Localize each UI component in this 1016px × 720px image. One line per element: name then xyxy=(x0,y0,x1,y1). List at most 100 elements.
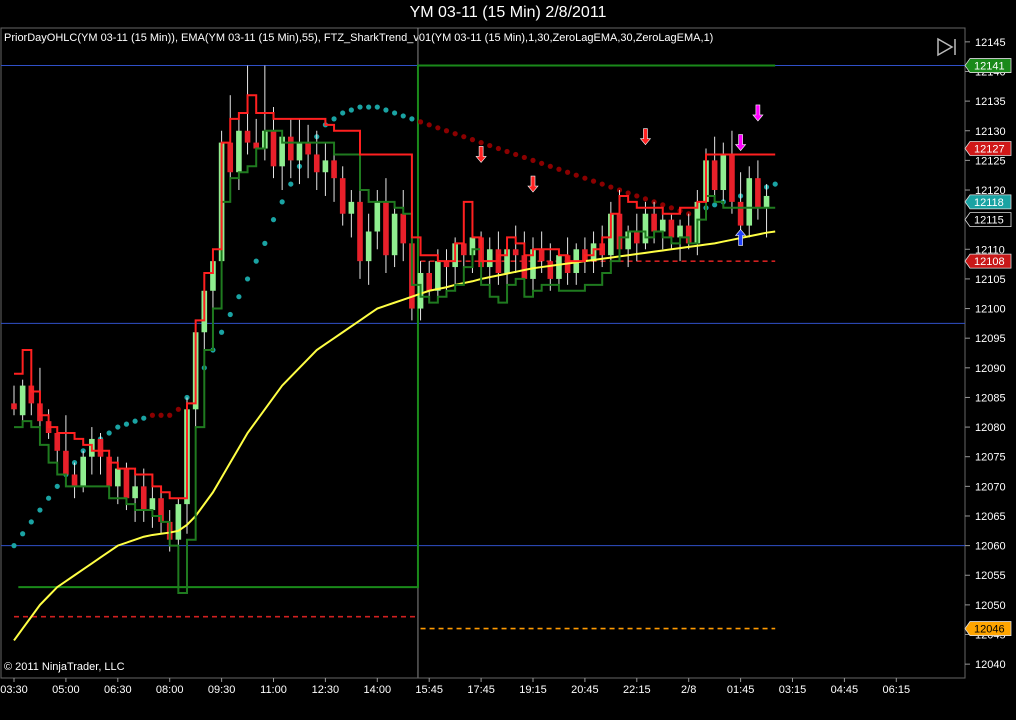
y-tick-label: 12055 xyxy=(975,570,1006,582)
trend-dot xyxy=(158,412,164,418)
signal-arrow-icon xyxy=(639,128,652,146)
x-tick-label: 08:00 xyxy=(156,684,184,696)
trend-dot xyxy=(227,311,233,318)
y-tick-label: 12080 xyxy=(975,422,1006,434)
x-tick-label: 04:45 xyxy=(831,684,859,696)
trend-dot xyxy=(348,107,354,113)
candle-body xyxy=(374,201,381,232)
candle-body xyxy=(659,219,666,232)
trend-dot xyxy=(565,169,571,175)
candle-body xyxy=(461,243,467,256)
candle-body xyxy=(720,154,727,191)
trend-dot xyxy=(504,148,510,155)
ema-55-line xyxy=(13,230,776,642)
signal-arrow-icon xyxy=(752,104,764,122)
trend-dot xyxy=(608,184,614,190)
candle-body xyxy=(270,130,277,167)
trend-dot xyxy=(625,190,631,196)
trend-dot xyxy=(244,276,251,282)
trend-dot xyxy=(582,175,588,181)
trend-dot xyxy=(288,181,294,187)
x-tick-label: 11:00 xyxy=(260,684,287,696)
y-tick-label: 12050 xyxy=(975,600,1006,612)
candle-body xyxy=(365,231,372,262)
signal-arrow-icon xyxy=(734,134,747,152)
x-tick-label: 20:45 xyxy=(571,684,599,696)
trend-dot xyxy=(132,418,138,424)
candle-body xyxy=(711,160,718,191)
candle-body xyxy=(115,468,121,487)
y-tick-label: 12135 xyxy=(975,96,1006,108)
candle-body xyxy=(642,213,649,244)
trend-dot xyxy=(340,110,346,116)
trend-dot xyxy=(590,178,597,184)
y-axis: 1204012045120501205512060120651207012075… xyxy=(965,37,1006,671)
trend-dot xyxy=(106,430,112,436)
trend-dot xyxy=(141,415,147,421)
candle-body xyxy=(288,136,294,161)
x-tick-label: 17:45 xyxy=(467,684,495,696)
price-chart: 1204012045120501205512060120651207012075… xyxy=(0,27,1012,696)
trend-dot xyxy=(634,193,640,199)
trend-dot xyxy=(426,122,432,128)
trend-dot xyxy=(660,202,666,208)
x-tick-label: 06:15 xyxy=(883,684,911,696)
y-tick-label: 12085 xyxy=(975,392,1006,404)
trend-dot xyxy=(219,329,225,335)
price-badge-label: 12108 xyxy=(974,256,1005,268)
reference-lines xyxy=(1,28,965,678)
trend-dot xyxy=(20,531,26,537)
shark-trend xyxy=(14,94,776,595)
price-badge-label: 12115 xyxy=(974,215,1004,227)
candle-body xyxy=(634,231,640,244)
trend-dot xyxy=(270,217,277,223)
candle-body xyxy=(435,261,441,291)
candle-body xyxy=(296,142,303,161)
trend-dot xyxy=(37,507,43,513)
trend-dot xyxy=(392,110,398,116)
candle-body xyxy=(547,261,554,279)
candle-body xyxy=(391,213,398,256)
candle-body xyxy=(313,154,320,173)
candle-body xyxy=(357,201,363,262)
play-bar-icon[interactable] xyxy=(935,36,959,58)
trend-dot xyxy=(469,137,476,143)
trend-dot xyxy=(599,181,605,187)
trend-dot xyxy=(539,160,545,166)
candle-body xyxy=(63,450,69,475)
trend-dot xyxy=(28,519,34,525)
x-tick-label: 14:00 xyxy=(364,684,392,696)
candle-body xyxy=(19,385,26,416)
candle-body xyxy=(737,201,744,226)
x-tick-label: 15:45 xyxy=(415,684,443,696)
candle-body xyxy=(512,249,519,256)
trend-dot xyxy=(400,113,406,119)
candle-body xyxy=(236,130,242,173)
y-tick-label: 12125 xyxy=(975,155,1006,167)
price-badge-label: 12118 xyxy=(974,197,1004,209)
candle-body xyxy=(227,142,234,173)
candle-body xyxy=(80,456,86,487)
y-tick-label: 12040 xyxy=(975,659,1006,671)
y-tick-label: 12105 xyxy=(975,274,1006,286)
trend-dot xyxy=(167,412,173,418)
plot-frame xyxy=(0,27,966,679)
trend-dot xyxy=(513,151,519,158)
x-tick-label: 03:15 xyxy=(779,684,807,696)
x-tick-label: 09:30 xyxy=(208,684,236,696)
x-tick-label: 06:30 xyxy=(104,684,132,696)
shark-upper-line xyxy=(14,94,776,500)
x-axis: 03:30 05:00 06:30 08:00 09:30 11:00 12:30 14:00… xyxy=(0,677,965,696)
y-tick-label: 12065 xyxy=(975,511,1006,523)
trend-dot xyxy=(443,128,450,134)
trend-dot xyxy=(383,107,389,113)
trend-dot xyxy=(642,196,649,202)
x-tick-label: 22:15 xyxy=(623,684,651,696)
trend-dot xyxy=(417,119,424,125)
trend-dot xyxy=(487,142,493,149)
y-tick-label: 12070 xyxy=(975,481,1006,493)
trend-dot xyxy=(11,543,17,549)
trend-dot xyxy=(530,157,536,163)
trend-dot xyxy=(772,181,778,187)
candle-body xyxy=(149,498,156,511)
